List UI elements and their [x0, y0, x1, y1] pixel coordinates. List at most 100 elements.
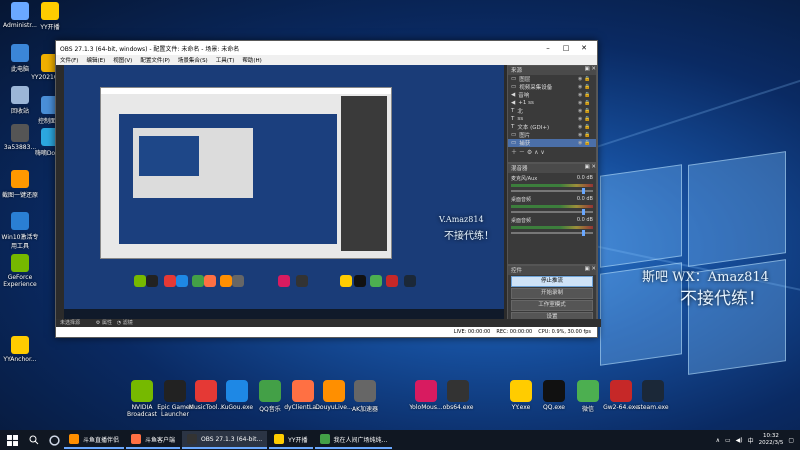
nested-preview: [119, 114, 337, 244]
menu-item[interactable]: 帮助(H): [242, 56, 261, 64]
volume-slider[interactable]: [511, 230, 593, 236]
source-item[interactable]: ◀ +1 ss ◉ 🔒: [508, 99, 596, 107]
visibility-lock-icon[interactable]: ◉ 🔒: [578, 84, 592, 90]
visibility-lock-icon[interactable]: ◉ 🔒: [578, 76, 592, 82]
properties-button[interactable]: ⚙ 属性: [96, 320, 112, 326]
chevron-up-icon[interactable]: ∧: [716, 437, 720, 444]
maximize-button[interactable]: □: [557, 44, 575, 52]
desktop-icon[interactable]: 截图一键还原: [0, 170, 40, 199]
app-icon: [642, 380, 664, 402]
volume-slider[interactable]: [511, 209, 593, 215]
source-item[interactable]: ▭ 图层 ◉ 🔒: [508, 75, 596, 83]
network-icon[interactable]: ▭: [725, 437, 731, 444]
desktop-icon-label: GeForce Experience: [3, 274, 37, 288]
obs-title: OBS 27.1.3 (64-bit, windows) - 配置文件: 未命名…: [60, 45, 240, 53]
task-view-icon[interactable]: [44, 430, 64, 450]
volume-slider[interactable]: [511, 188, 593, 194]
taskbar-app-label: OBS 27.1.3 (64-bit...: [201, 435, 263, 443]
app-icon: [11, 212, 29, 230]
source-item[interactable]: T 文本 (GDI+) ◉ 🔒: [508, 123, 596, 131]
menu-item[interactable]: 视图(V): [113, 56, 132, 64]
app-icon: [187, 434, 198, 444]
taskbar-app-label: 斗鱼客户端: [145, 436, 176, 444]
taskbar-app-label: YY开播: [288, 436, 308, 444]
preview-app-icon: [192, 275, 204, 287]
taskbar-app[interactable]: 斗鱼客户端: [126, 431, 181, 449]
menu-item[interactable]: 文件(F): [60, 56, 78, 64]
app-icon: [447, 380, 469, 402]
menu-item[interactable]: 编辑(E): [86, 56, 105, 64]
ad-text-line1: 斯吧 WX：Amaz814: [642, 270, 769, 285]
start-button[interactable]: [0, 430, 24, 450]
source-item[interactable]: Tss ◉ 🔒: [508, 115, 596, 123]
filters-button[interactable]: ◔ 滤镜: [117, 320, 133, 326]
minimize-button[interactable]: –: [539, 44, 557, 52]
preview-app-icon: [278, 275, 290, 287]
mixer-track[interactable]: 麦克风/Aux 0.0 dB: [508, 173, 596, 194]
app-icon: [610, 380, 632, 402]
clock[interactable]: 10:32 2022/3/5: [759, 433, 784, 447]
track-name: 桌面音频: [511, 218, 532, 224]
cpu-status: CPU: 0.9%, 30.00 fps: [538, 329, 591, 335]
obs-menubar: 文件(F) 编辑(E) 视图(V) 配置文件(P) 场景集合(S) 工具(T) 帮助(H): [56, 55, 597, 65]
menu-item[interactable]: 场景集合(S): [178, 56, 208, 64]
desktop-icon[interactable]: GeForce Experience: [0, 254, 40, 288]
source-item[interactable]: T 北 ◉ 🔒: [508, 107, 596, 115]
obs-window[interactable]: OBS 27.1.3 (64-bit, windows) - 配置文件: 未命名…: [55, 40, 601, 338]
app-icon: [195, 380, 217, 402]
controls-header: 控件 ▣ ✕: [508, 266, 596, 275]
source-item[interactable]: ▭ 捕获 ◉ 🔒: [508, 139, 596, 147]
visibility-lock-icon[interactable]: ◉ 🔒: [578, 108, 592, 114]
volume-icon[interactable]: ◀): [736, 437, 743, 444]
dock-app-icon[interactable]: obs64.exe: [437, 380, 479, 411]
visibility-lock-icon[interactable]: ◉ 🔒: [578, 124, 592, 130]
system-tray: ∧ ▭ ◀) 中 10:32 2022/3/5 ▢: [716, 433, 800, 447]
app-icon: [69, 434, 79, 444]
taskbar-app[interactable]: 我在人间广场纯纯...: [314, 431, 393, 449]
mixer-dock[interactable]: 混音器 ▣ ✕ 麦克风/Aux 0.0 dB 桌面音频 0.0 dB 桌面音频 0.0 dB: [507, 163, 597, 265]
control-button[interactable]: 工作室模式: [511, 300, 593, 311]
taskbar-app[interactable]: YY开播: [269, 431, 313, 449]
control-button[interactable]: 开始录制: [511, 288, 593, 299]
preview-app-icon: [164, 275, 176, 287]
menu-item[interactable]: 配置文件(P): [140, 56, 170, 64]
notification-icon[interactable]: ▢: [788, 437, 794, 444]
dock-app-icon[interactable]: AK加速器: [344, 380, 386, 413]
control-button[interactable]: 停止推流: [511, 276, 593, 287]
dock-app-icon[interactable]: steam.exe: [632, 380, 674, 411]
taskbar-app[interactable]: 斗鱼直播伴侣: [64, 431, 125, 449]
source-name: +1 ss: [518, 100, 534, 106]
app-icon: [292, 380, 314, 402]
taskbar-app[interactable]: OBS 27.1.3 (64-bit...: [182, 431, 268, 449]
desktop-icon[interactable]: YYAnchor...: [0, 336, 40, 363]
desktop-icon[interactable]: Win10激活专用工具: [0, 212, 40, 250]
desktop-icon[interactable]: YY开播: [30, 2, 70, 31]
preview-app-icon: [296, 275, 308, 287]
close-button[interactable]: ✕: [575, 44, 593, 52]
nested-obs-window-2: [133, 128, 253, 198]
app-icon: [131, 434, 142, 444]
visibility-lock-icon[interactable]: ◉ 🔒: [578, 140, 592, 146]
visibility-lock-icon[interactable]: ◉ 🔒: [578, 92, 592, 98]
mixer-track[interactable]: 桌面音频 0.0 dB: [508, 194, 596, 215]
sources-toolbar[interactable]: ＋ － ⚙ ∧ ∨: [508, 147, 596, 156]
obs-titlebar[interactable]: OBS 27.1.3 (64-bit, windows) - 配置文件: 未命名…: [56, 41, 597, 55]
visibility-lock-icon[interactable]: ◉ 🔒: [578, 116, 592, 122]
source-item[interactable]: ◀ 音响 ◉ 🔒: [508, 91, 596, 99]
source-type-icon: T: [511, 116, 515, 122]
sources-dock[interactable]: 来源 ▣ ✕ ▭ 图层 ◉ 🔒 ▭ 视频采集设备 ◉ 🔒 ◀ 音响 ◉ 🔒 ◀ +1 ss ◉ 🔒 T 北 ◉…: [507, 65, 597, 163]
source-item[interactable]: ▭ 视频采集设备 ◉ 🔒: [508, 83, 596, 91]
app-icon: [41, 2, 59, 20]
source-item[interactable]: ▭ 图片 ◉ 🔒: [508, 131, 596, 139]
visibility-lock-icon[interactable]: ◉ 🔒: [578, 132, 592, 138]
live-status: LIVE: 00:00:00: [453, 329, 491, 335]
search-icon[interactable]: [24, 430, 44, 450]
ime-icon[interactable]: 中: [748, 436, 754, 445]
visibility-lock-icon[interactable]: ◉ 🔒: [578, 100, 592, 106]
desktop-icon-label: Win10激活专用工具: [1, 234, 39, 250]
mixer-track[interactable]: 桌面音频 0.0 dB: [508, 215, 596, 236]
app-icon: [11, 124, 29, 142]
obs-preview[interactable]: V.Amaz814 不接代练！: [64, 65, 504, 319]
app-icon: [415, 380, 437, 402]
menu-item[interactable]: 工具(T): [216, 56, 235, 64]
